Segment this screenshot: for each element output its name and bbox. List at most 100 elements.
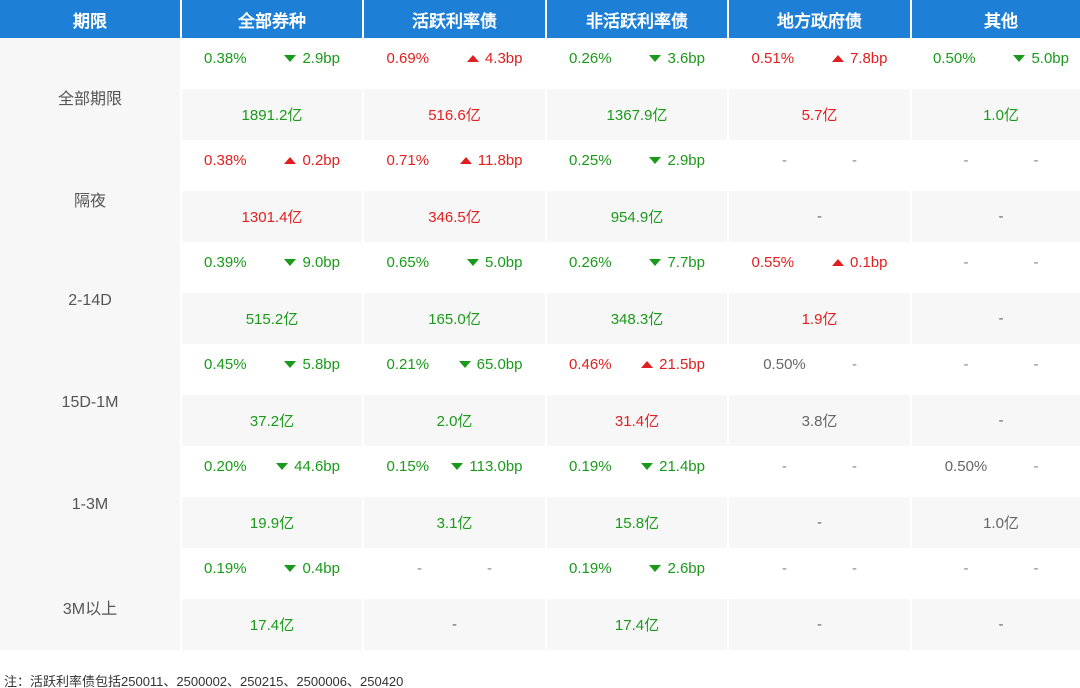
rate-cell: --: [912, 344, 1080, 395]
change-text: 11.8bp: [477, 152, 523, 169]
volume-cell: -: [912, 191, 1080, 242]
triangle-down-icon: [458, 360, 471, 368]
rate-value: 0.50%: [944, 458, 988, 475]
change-text: 7.7bp: [667, 254, 705, 271]
rate-value: -: [782, 560, 787, 577]
rate-value: 0.15%: [386, 458, 430, 475]
rate-cell: 0.38% 2.9bp: [182, 38, 362, 89]
rate-value: 0.38%: [204, 50, 247, 67]
rate-cell: --: [912, 242, 1080, 293]
rate-pair: 0.26% 3.6bp: [569, 50, 705, 67]
triangle-down-icon: [284, 258, 297, 266]
rate-value: -: [963, 356, 969, 373]
volume-cell: 17.4亿: [182, 599, 362, 650]
volume-cell: 3.8亿: [729, 395, 910, 446]
volume-cell: -: [729, 599, 910, 650]
triangle-down-icon: [641, 462, 654, 470]
volume-cell: 348.3亿: [547, 293, 727, 344]
rate-value: -: [963, 560, 969, 577]
rate-value: 0.19%: [569, 458, 612, 475]
rate-pair: --: [931, 560, 1071, 577]
rate-cell: 0.26% 3.6bp: [547, 38, 727, 89]
rate-pair: 0.19% 2.6bp: [569, 560, 705, 577]
rate-cell: 0.55% 0.1bp: [729, 242, 910, 293]
change-value: 3.6bp: [631, 50, 705, 67]
rate-cell: 0.26% 7.7bp: [547, 242, 727, 293]
change-text: 2.9bp: [667, 152, 705, 169]
row-label: 全部期限: [0, 38, 180, 140]
rate-pair: 0.50% -: [750, 356, 890, 373]
triangle-down-icon: [649, 54, 662, 62]
rate-pair: 0.38% 2.9bp: [204, 50, 340, 67]
volume-cell: 19.9亿: [182, 497, 362, 548]
change-text: 9.0bp: [302, 254, 340, 271]
change-value: -: [1033, 254, 1039, 271]
triangle-up-icon: [641, 360, 654, 368]
change-value: 21.5bp: [631, 356, 705, 373]
volume-cell: 3.1亿: [364, 497, 545, 548]
change-value: -: [487, 560, 492, 577]
rate-pair: 0.50% 5.0bp: [933, 50, 1069, 67]
rate-cell: 0.25% 2.9bp: [547, 140, 727, 191]
triangle-up-icon: [284, 156, 297, 164]
change-value: 11.8bp: [449, 152, 523, 169]
change-text: 113.0bp: [469, 458, 523, 475]
triangle-down-icon: [451, 462, 464, 470]
rate-pair: 0.50% -: [931, 458, 1071, 475]
rate-pair: 0.69% 4.3bp: [387, 50, 523, 67]
rate-value: 0.51%: [751, 50, 795, 67]
rate-pair: 0.20% 44.6bp: [204, 458, 340, 475]
change-value: 0.2bp: [266, 152, 340, 169]
column-header-4: 地方政府债: [729, 0, 910, 38]
footnote: 注：活跃利率债包括250011、2500002、250215、2500006、2…: [4, 674, 404, 688]
rate-cell: --: [364, 548, 545, 599]
rate-value: 0.50%: [763, 356, 806, 373]
volume-cell: 1301.4亿: [182, 191, 362, 242]
volume-cell: 37.2亿: [182, 395, 362, 446]
triangle-down-icon: [284, 360, 297, 368]
rate-value: 0.25%: [569, 152, 612, 169]
change-value: 44.6bp: [266, 458, 340, 475]
change-value: 7.8bp: [814, 50, 888, 67]
rate-value: 0.65%: [386, 254, 430, 271]
rate-value: 0.69%: [386, 50, 430, 67]
triangle-up-icon: [466, 54, 479, 62]
change-text: 21.5bp: [659, 356, 705, 373]
rate-value: -: [417, 560, 422, 577]
rate-cell: 0.45% 5.8bp: [182, 344, 362, 395]
change-value: -: [1033, 458, 1039, 475]
change-value: 5.0bp: [995, 50, 1069, 67]
change-value: 5.8bp: [266, 356, 340, 373]
rate-pair: 0.46% 21.5bp: [569, 356, 705, 373]
rate-cell: 0.50% -: [912, 446, 1080, 497]
change-value: -: [852, 458, 857, 475]
rate-pair: 0.19% 21.4bp: [569, 458, 705, 475]
volume-cell: 17.4亿: [547, 599, 727, 650]
volume-cell: 31.4亿: [547, 395, 727, 446]
column-header-5: 其他: [912, 0, 1080, 38]
change-value: -: [852, 560, 857, 577]
triangle-down-icon: [276, 462, 289, 470]
volume-cell: 1891.2亿: [182, 89, 362, 140]
change-value: 9.0bp: [266, 254, 340, 271]
rate-cell: 0.19% 2.6bp: [547, 548, 727, 599]
rate-value: 0.71%: [386, 152, 430, 169]
rate-value: 0.50%: [933, 50, 976, 67]
rate-pair: 0.51% 7.8bp: [752, 50, 888, 67]
volume-cell: 165.0亿: [364, 293, 545, 344]
change-value: 5.0bp: [449, 254, 523, 271]
row-label: 1-3M: [0, 446, 180, 548]
volume-cell: -: [364, 599, 545, 650]
triangle-down-icon: [284, 54, 297, 62]
rate-value: 0.38%: [204, 152, 247, 169]
volume-cell: 1.9亿: [729, 293, 910, 344]
change-value: 2.9bp: [631, 152, 705, 169]
rate-pair: 0.45% 5.8bp: [204, 356, 340, 373]
volume-cell: 346.5亿: [364, 191, 545, 242]
triangle-up-icon: [459, 156, 472, 164]
triangle-down-icon: [649, 156, 662, 164]
change-text: 21.4bp: [659, 458, 705, 475]
column-header-3: 非活跃利率债: [547, 0, 727, 38]
rate-value: 0.39%: [204, 254, 247, 271]
rate-cell: --: [912, 548, 1080, 599]
